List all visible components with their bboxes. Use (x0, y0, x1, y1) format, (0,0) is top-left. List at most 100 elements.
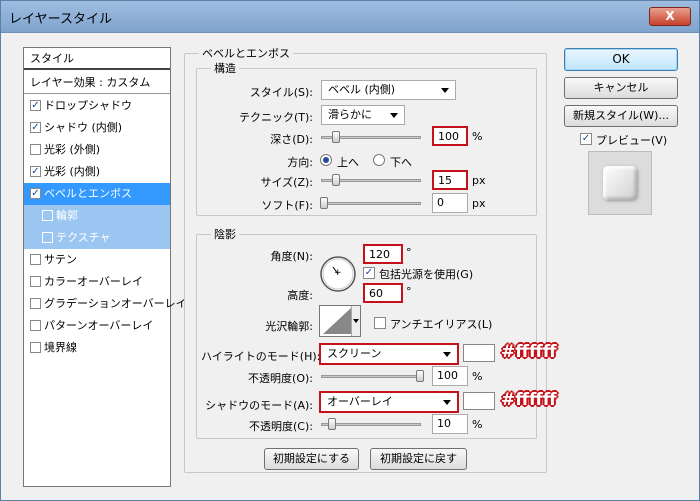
size-label: サイズ(Z): (260, 176, 314, 189)
style-item-color-overlay[interactable]: カラーオーバーレイ (24, 271, 170, 293)
depth-unit: % (472, 130, 483, 143)
direction-up-label: 上へ (337, 156, 359, 169)
chevron-down-icon (390, 113, 398, 118)
shadow-opacity-input[interactable]: 10 (432, 414, 468, 434)
ok-button[interactable]: OK (564, 48, 678, 71)
direction-down-radio[interactable] (373, 154, 385, 166)
highlight-opacity-label: 不透明度(O): (248, 372, 313, 385)
style-preview-thumbnail (588, 151, 652, 215)
style-item-texture[interactable]: テクスチャ (24, 227, 170, 249)
style-item-label: ベベルとエンボス (44, 187, 132, 200)
style-item-label: シャドウ (内側) (44, 121, 123, 134)
technique-label: テクニック(T): (238, 111, 313, 124)
style-label: スタイル(S): (249, 86, 313, 99)
shadow-opacity-slider[interactable] (321, 418, 421, 430)
depth-input[interactable]: 100 (432, 126, 468, 146)
depth-slider-thumb[interactable] (332, 131, 340, 143)
style-item-drop-shadow[interactable]: ✓ ドロップシャドウ (24, 95, 170, 117)
checkbox-icon[interactable] (42, 231, 53, 243)
depth-label: 深さ(D): (270, 133, 313, 146)
preview-label: プレビュー(V) (596, 134, 668, 147)
style-item-label: グラデーションオーバーレイ (44, 297, 187, 310)
styles-header[interactable]: スタイル (24, 48, 170, 70)
highlight-opacity-slider[interactable] (321, 370, 424, 382)
technique-select-value: 滑らかに (328, 108, 372, 121)
new-style-button[interactable]: 新規スタイル(W)... (564, 105, 678, 127)
checkbox-icon[interactable] (30, 319, 41, 331)
style-item-bevel-emboss[interactable]: ✓ ベベルとエンボス (24, 183, 170, 205)
shadow-opacity-unit: % (472, 418, 483, 431)
soften-slider-thumb[interactable] (320, 197, 328, 209)
size-slider-thumb[interactable] (332, 174, 340, 186)
highlight-opacity-input[interactable]: 100 (432, 366, 468, 386)
style-item-pattern-overlay[interactable]: パターンオーバーレイ (24, 315, 170, 337)
size-input[interactable]: 15 (432, 170, 468, 190)
style-item-stroke[interactable]: 境界線 (24, 337, 170, 359)
style-item-inner-shadow[interactable]: ✓ シャドウ (内側) (24, 117, 170, 139)
global-light-checkbox[interactable]: ✓ (363, 267, 375, 279)
direction-up-radio[interactable] (320, 154, 332, 166)
highlight-color-swatch[interactable] (463, 344, 495, 362)
size-slider[interactable] (321, 174, 421, 186)
style-item-inner-glow[interactable]: ✓ 光彩 (内側) (24, 161, 170, 183)
close-button[interactable]: X (649, 7, 691, 26)
window-title: レイヤースタイル (9, 12, 112, 27)
style-item-gradient-overlay[interactable]: グラデーションオーバーレイ (24, 293, 187, 315)
depth-slider[interactable] (321, 131, 421, 143)
soften-input[interactable]: 0 (432, 193, 468, 213)
style-item-outer-glow[interactable]: 光彩 (外側) (24, 139, 170, 161)
shadow-mode-select[interactable]: オーバーレイ (319, 391, 459, 413)
shadow-color-swatch[interactable] (463, 392, 495, 410)
angle-input[interactable]: 120 (363, 244, 403, 264)
chevron-down-icon (353, 319, 359, 323)
structure-title: 構造 (211, 60, 239, 76)
direction-down-label: 下へ (390, 156, 412, 169)
style-item-label: パターンオーバーレイ (44, 319, 154, 332)
make-default-button[interactable]: 初期設定にする (264, 448, 359, 470)
style-item-label: 輪郭 (56, 209, 78, 222)
shadow-mode-value: オーバーレイ (327, 395, 393, 408)
checkbox-icon[interactable] (30, 143, 41, 155)
global-light-label: 包括光源を使用(G) (379, 268, 474, 281)
style-item-label: 境界線 (44, 341, 77, 354)
svg-text:+: + (334, 268, 342, 278)
preview-checkbox[interactable]: ✓ (580, 133, 592, 145)
altitude-input[interactable]: 60 (363, 283, 403, 303)
blend-options-item[interactable]: レイヤー効果 : カスタム (24, 72, 170, 94)
highlight-opacity-thumb[interactable] (416, 370, 424, 382)
highlight-mode-select[interactable]: スクリーン (319, 343, 459, 365)
checkbox-icon[interactable] (30, 253, 41, 265)
checkbox-icon[interactable]: ✓ (30, 99, 41, 111)
checkbox-icon[interactable] (30, 297, 41, 309)
checkbox-icon[interactable]: ✓ (30, 165, 41, 177)
soften-label: ソフト(F): (261, 199, 313, 212)
contour-dropdown[interactable] (351, 306, 360, 336)
angle-unit: ° (406, 246, 412, 259)
style-select-value: ベベル (内側) (328, 83, 396, 96)
checkbox-icon[interactable]: ✓ (30, 187, 41, 199)
shadow-opacity-thumb[interactable] (328, 418, 336, 430)
checkbox-icon[interactable] (30, 341, 41, 353)
checkbox-icon[interactable] (30, 275, 41, 287)
highlight-opacity-unit: % (472, 370, 483, 383)
radio-dot (323, 157, 329, 163)
antialias-checkbox[interactable] (374, 317, 386, 329)
styles-list: スタイル レイヤー効果 : カスタム ✓ ドロップシャドウ ✓ シャドウ (内側) … (23, 47, 187, 487)
soften-slider[interactable] (320, 197, 421, 209)
style-item-label: サテン (44, 253, 77, 266)
angle-dial[interactable]: + (319, 255, 357, 293)
checkbox-icon[interactable] (42, 209, 53, 221)
highlight-color-annotation: #ffffff (501, 342, 557, 362)
soften-unit: px (472, 197, 486, 210)
technique-select[interactable]: 滑らかに (321, 105, 405, 125)
title-bar[interactable]: レイヤースタイル X (1, 1, 699, 33)
altitude-label: 高度: (287, 289, 313, 302)
style-item-contour[interactable]: 輪郭 (24, 205, 170, 227)
style-item-satin[interactable]: サテン (24, 249, 170, 271)
angle-label: 角度(N): (270, 250, 313, 263)
cancel-button[interactable]: キャンセル (564, 77, 678, 99)
reset-default-button[interactable]: 初期設定に戻す (370, 448, 467, 470)
checkbox-icon[interactable]: ✓ (30, 121, 41, 133)
style-select[interactable]: ベベル (内側) (321, 80, 456, 100)
gloss-contour-picker[interactable] (319, 305, 361, 337)
